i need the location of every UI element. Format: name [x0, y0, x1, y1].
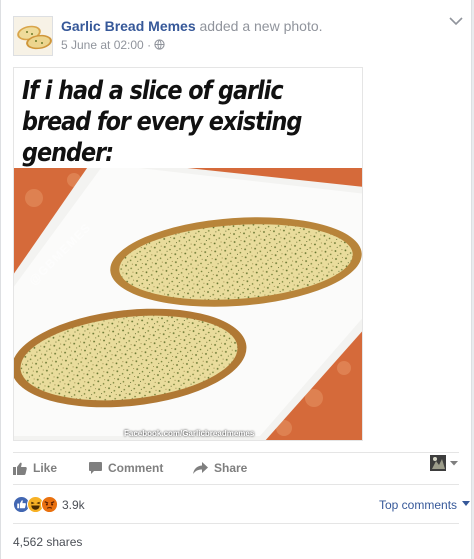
- comment-as-selector[interactable]: [430, 455, 459, 471]
- share-label: Share: [214, 461, 248, 475]
- globe-icon[interactable]: [154, 39, 166, 50]
- action-text: added a new photo.: [199, 18, 323, 34]
- shares-divider: [13, 523, 459, 524]
- post-meta: 5 June at 02:00 ·: [61, 38, 166, 52]
- comment-icon: [89, 462, 102, 474]
- photo-watermark-url: Facebook.com/Garlicbreadmemes: [124, 429, 255, 438]
- angry-reaction-icon: [41, 496, 58, 513]
- timestamp[interactable]: 5 June at 02:00: [61, 38, 144, 52]
- page-avatar[interactable]: [13, 16, 53, 56]
- author-name[interactable]: Garlic Bread Memes: [61, 18, 196, 34]
- chevron-down-icon[interactable]: [449, 16, 463, 26]
- share-icon: [193, 462, 208, 474]
- comment-sort-label: Top comments: [379, 498, 458, 512]
- caret-down-icon: [462, 501, 471, 506]
- comment-button[interactable]: Comment: [89, 458, 163, 478]
- comment-sort-selector[interactable]: Top comments: [379, 498, 471, 512]
- share-button[interactable]: Share: [193, 458, 247, 478]
- shares-count[interactable]: 4,562 shares: [13, 535, 82, 549]
- comment-label: Comment: [108, 461, 164, 475]
- caret-down-icon: [450, 461, 458, 466]
- meme-caption: If i had a slice of garlic bread for eve…: [22, 76, 302, 168]
- like-label: Like: [33, 461, 58, 475]
- reactions-summary[interactable]: 3.9k: [13, 496, 85, 513]
- garlic-bread-photo: [14, 168, 362, 440]
- viewer-avatar: [430, 455, 446, 471]
- like-button[interactable]: Like: [13, 458, 57, 478]
- meta-separator: ·: [147, 38, 152, 52]
- reaction-count: 3.9k: [62, 497, 85, 512]
- thumbs-up-icon: [13, 462, 27, 475]
- post-header-line: Garlic Bread Memes added a new photo.: [61, 18, 323, 34]
- post-card: Garlic Bread Memes added a new photo. 5 …: [0, 0, 472, 559]
- post-photo[interactable]: If i had a slice of garlic bread for eve…: [13, 67, 363, 441]
- action-divider-top: [13, 452, 459, 453]
- action-divider-bottom: [13, 484, 459, 485]
